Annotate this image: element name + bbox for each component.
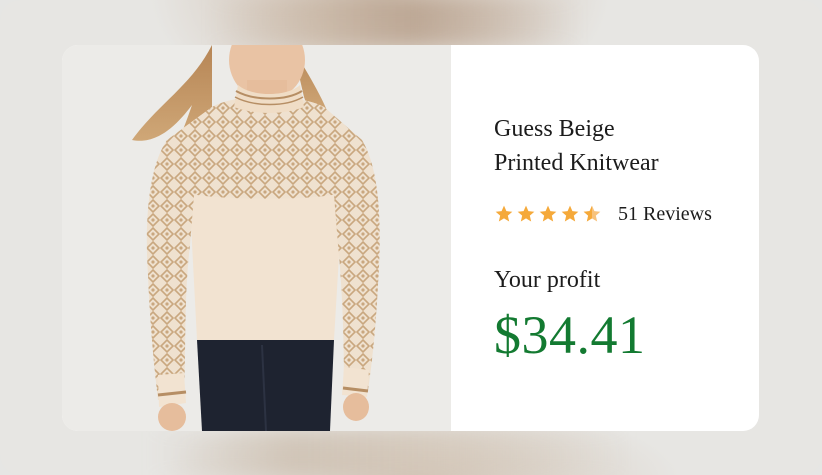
rating-stars (494, 204, 602, 224)
product-title[interactable]: Guess Beige Printed Knitwear (494, 112, 704, 180)
star-half-icon (582, 204, 602, 224)
product-info: Guess Beige Printed Knitwear 51 Reviews … (451, 45, 759, 431)
product-image[interactable] (62, 45, 451, 431)
reviews-link[interactable]: 51 Reviews (618, 203, 712, 226)
background-blur-top (210, 0, 580, 44)
model-illustration (132, 45, 380, 431)
profit-label: Your profit (494, 267, 601, 293)
star-icon (538, 204, 558, 224)
star-icon (560, 204, 580, 224)
rating-row[interactable]: 51 Reviews (494, 202, 759, 226)
product-title-line1: Guess Beige (494, 116, 615, 142)
star-icon (494, 204, 514, 224)
background-blur-bottom (150, 432, 630, 475)
product-card[interactable]: Guess Beige Printed Knitwear 51 Reviews … (62, 45, 759, 431)
product-title-line2: Printed Knitwear (494, 150, 659, 176)
profit-amount: $34.41 (494, 305, 646, 365)
star-icon (516, 204, 536, 224)
